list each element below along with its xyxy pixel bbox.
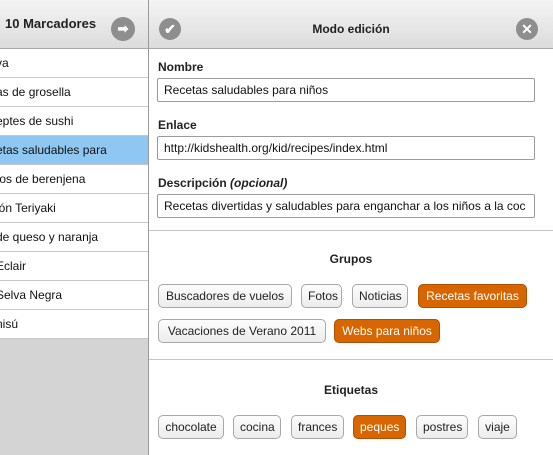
link-label: Enlace (158, 118, 197, 132)
group-tag[interactable]: Noticias (352, 284, 408, 308)
bookmark-item[interactable]: de queso y naranja (0, 223, 148, 252)
label-tag[interactable]: frances (291, 415, 344, 439)
label-tag[interactable]: chocolate (158, 415, 224, 439)
description-label-text: Descripción (158, 176, 227, 190)
bookmark-item[interactable]: Selva Negra (0, 281, 148, 310)
label-tag[interactable]: cocina (233, 415, 281, 439)
link-field[interactable]: http://kidshealth.org/kid/recipes/index.… (157, 136, 535, 160)
bookmark-item-label: va (0, 56, 9, 70)
bookmark-item-label: etas saludables para (0, 143, 107, 157)
description-label: Descripción (opcional) (158, 176, 287, 190)
bookmark-item-label: tos de berenjena (0, 172, 86, 186)
bookmark-item-label: de queso y naranja (0, 230, 99, 244)
group-tag-selected[interactable]: Recetas favoritas (418, 284, 527, 308)
bookmark-item-label: ión Teriyaki (0, 201, 56, 215)
bookmarks-list: va as de grosella eptes de sushi etas sa… (0, 49, 148, 339)
bookmark-item[interactable]: as de grosella (0, 78, 148, 107)
name-field[interactable]: Recetas saludables para niños (157, 78, 535, 102)
bookmark-item-label: nisú (0, 317, 19, 331)
bookmark-item-selected[interactable]: etas saludables para (0, 136, 148, 165)
forward-arrow-icon[interactable]: ➡ (111, 17, 135, 41)
bookmark-item[interactable]: nisú (0, 310, 148, 339)
group-tag[interactable]: Buscadores de vuelos (158, 284, 292, 308)
description-optional-note: (opcional) (230, 176, 288, 190)
bookmark-item[interactable]: Eclair (0, 252, 148, 281)
tags-title: Etiquetas (323, 383, 378, 397)
group-tag[interactable]: Vacaciones de Verano 2011 (158, 319, 326, 343)
label-tag-selected[interactable]: peques (353, 415, 406, 439)
edit-mode-title: Modo edición (312, 22, 390, 36)
description-field[interactable]: Recetas divertidas y saludables para eng… (157, 194, 535, 218)
bookmark-item[interactable]: eptes de sushi (0, 107, 148, 136)
section-divider (149, 359, 553, 360)
bookmarks-panel: 10 Marcadores ➡ va as de grosella eptes … (0, 0, 148, 455)
bookmark-item-label: Eclair (0, 259, 27, 273)
bookmark-item-label: Selva Negra (0, 288, 63, 302)
bookmarks-header: 10 Marcadores ➡ (0, 0, 148, 49)
bookmark-item-label: eptes de sushi (0, 114, 74, 128)
group-tag[interactable]: Fotos (301, 284, 342, 308)
bookmarks-count-title: 10 Marcadores (5, 16, 97, 31)
bookmark-item[interactable]: va (0, 49, 148, 78)
close-icon[interactable]: ✕ (516, 18, 538, 40)
section-divider (149, 230, 553, 231)
edit-header: ✔ Modo edición ✕ (149, 0, 553, 49)
bookmark-item[interactable]: tos de berenjena (0, 165, 148, 194)
edit-panel: ✔ Modo edición ✕ Nombre Recetas saludabl… (149, 0, 553, 455)
bookmark-item[interactable]: ión Teriyaki (0, 194, 148, 223)
label-tag[interactable]: viaje (478, 415, 517, 439)
groups-title: Grupos (329, 252, 373, 266)
bookmark-item-label: as de grosella (0, 85, 71, 99)
name-label: Nombre (158, 60, 204, 74)
label-tag[interactable]: postres (416, 415, 468, 439)
group-tag-selected[interactable]: Webs para niños (334, 319, 440, 343)
